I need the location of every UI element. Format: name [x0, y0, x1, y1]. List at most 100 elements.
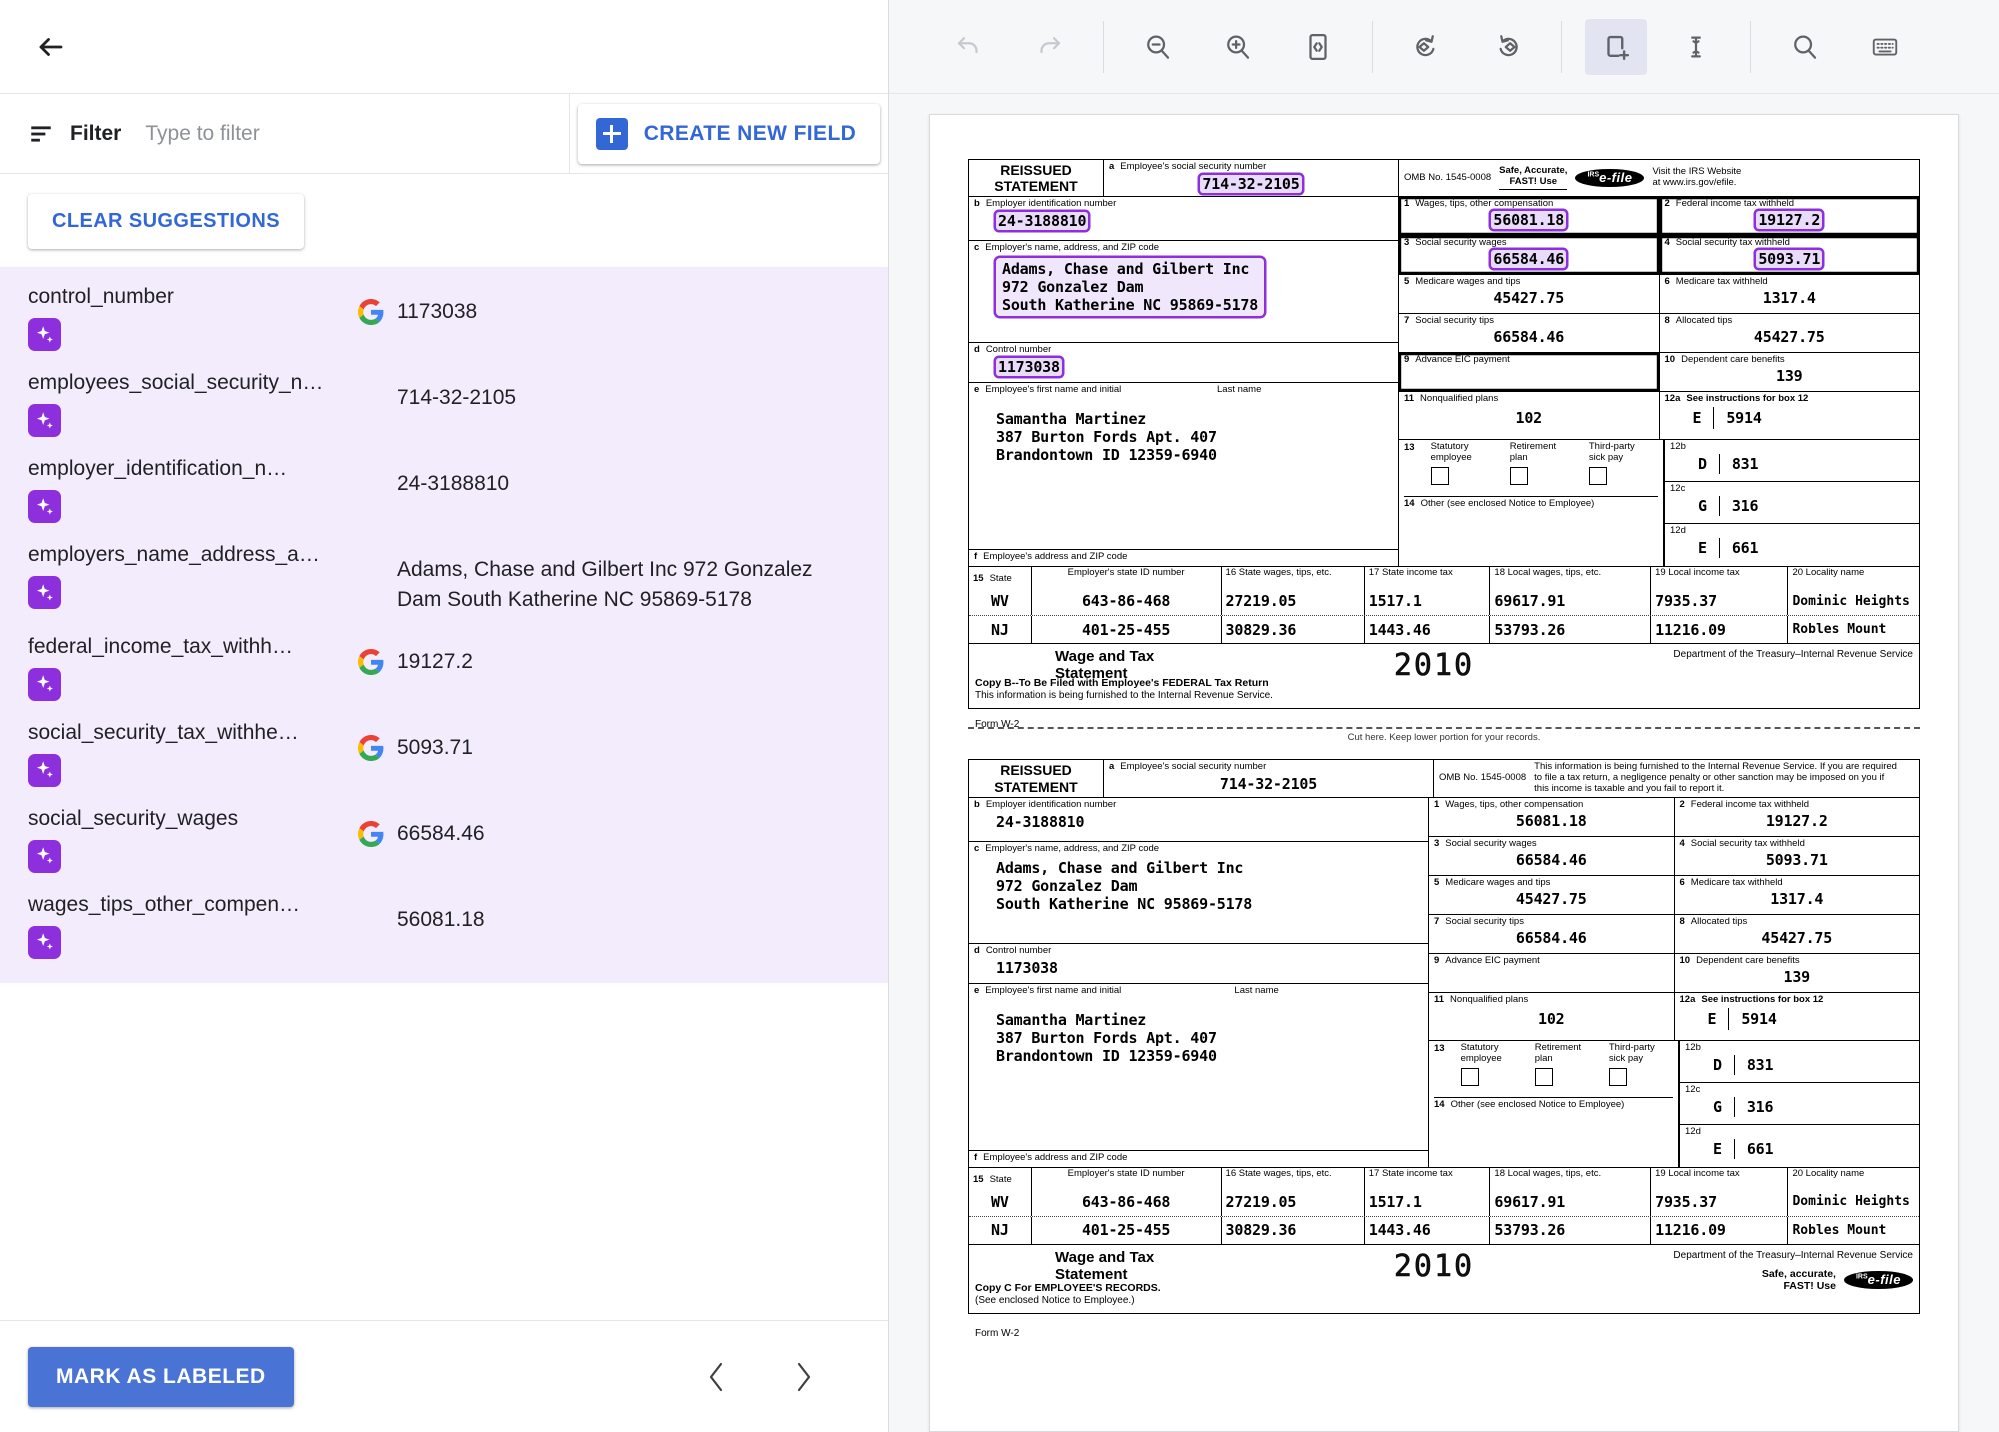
statutory-employee-label-2: employee [1461, 1054, 1525, 1065]
sparkle-icon [28, 490, 61, 523]
statutory-employee-column: Statutoryemployee [1461, 1043, 1525, 1091]
box-e-employee: eEmployee's first name and initialLast n… [969, 383, 1398, 550]
sparkle-icon [28, 576, 61, 609]
document-scroll-area[interactable]: REISSUEDSTATEMENTaEmployee's social secu… [889, 94, 1999, 1432]
box-11-value: 102 [1538, 1010, 1565, 1028]
sparkle-glyph-icon [34, 410, 56, 432]
back-button[interactable] [28, 24, 74, 70]
box-6-value: 1317.4 [1763, 289, 1816, 307]
box-3: 3Social security wages66584.46 [1399, 236, 1660, 275]
field-row-value: 1173038 [358, 285, 860, 330]
statutory-employee-checkbox[interactable] [1431, 467, 1449, 485]
retirement-plan-checkbox[interactable] [1535, 1068, 1553, 1086]
state-header-16: 16 State wages, tips, etc. [1222, 1168, 1365, 1188]
reissued-statement-box: REISSUEDSTATEMENT [969, 760, 1104, 798]
box-12c: 12cG316 [1665, 482, 1919, 524]
clear-suggestions-button[interactable]: CLEAR SUGGESTIONS [28, 194, 304, 249]
field-value: 24-3188810 [397, 469, 509, 499]
filter-control[interactable]: Filter [0, 94, 570, 173]
retirement-plan-checkbox[interactable] [1510, 467, 1528, 485]
sparkle-glyph-icon [34, 582, 56, 604]
statutory-employee-label-2: employee [1431, 453, 1500, 464]
efile-logo: IRSe-file [1575, 169, 1644, 187]
state-header-20: 20 Locality name [1788, 1168, 1919, 1188]
rotate-left-button[interactable] [1396, 19, 1458, 75]
local-wages: 53793.26 [1490, 616, 1651, 643]
state-id: 401-25-455 [1032, 616, 1222, 643]
box-12b-code: D [1713, 1056, 1722, 1074]
box-12b-value: 831 [1732, 455, 1759, 473]
field-row-value: 19127.2 [358, 635, 860, 680]
state-wages: 27219.05 [1222, 1188, 1365, 1216]
box-1-value: 56081.18 [1516, 812, 1587, 830]
box-e-lastname-label: Last name [1217, 385, 1261, 396]
box-8-value: 45427.75 [1761, 929, 1832, 947]
state-wages-value: 27219.05 [1226, 1193, 1297, 1211]
document-page[interactable]: REISSUEDSTATEMENTaEmployee's social secu… [929, 114, 1959, 1432]
state-table-row: WV643-86-46827219.051517.169617.917935.3… [969, 587, 1919, 615]
state-income-tax: 1443.46 [1365, 616, 1491, 643]
filter-input[interactable] [137, 122, 541, 146]
box-e-label: Employee's first name and initial [985, 985, 1121, 996]
box-7-value: 66584.46 [1493, 328, 1564, 346]
visit-irs-website: Visit the IRS Websiteat www.irs.gov/efil… [1652, 167, 1741, 189]
undo-icon [954, 32, 984, 62]
statutory-employee-checkbox[interactable] [1461, 1068, 1479, 1086]
local-wages: 69617.91 [1490, 1188, 1651, 1216]
rotate-right-button[interactable] [1476, 19, 1538, 75]
locality-name-value: Dominic Heights [1792, 1194, 1909, 1209]
box-1: 1Wages, tips, other compensation56081.18 [1399, 197, 1660, 236]
box-13: 13StatutoryemployeeRetirementplanThird-p… [1399, 440, 1664, 566]
toolbar-separator [1750, 21, 1751, 73]
cut-dashes [968, 727, 1920, 729]
next-page-button[interactable] [782, 1356, 824, 1398]
box-5: 5Medicare wages and tips45427.75 [1399, 275, 1660, 314]
field-row-value: 5093.71 [358, 721, 860, 766]
box-c-line-1: Adams, Chase and Gilbert Inc [1002, 260, 1258, 278]
sparkle-glyph-icon [34, 759, 56, 781]
filter-label: Filter [70, 122, 121, 146]
state-wages: 27219.05 [1222, 587, 1365, 615]
box-14: 14Other (see enclosed Notice to Employee… [1434, 1097, 1673, 1155]
footer-safe-line-1: Safe, accurate, [1762, 1268, 1836, 1280]
sparkle-glyph-icon [34, 931, 56, 953]
state-code: WV [969, 1188, 1032, 1216]
box-4-value: 5093.71 [1766, 851, 1828, 869]
sparkle-icon [28, 926, 61, 959]
safe-accurate-text: Safe, Accurate,FAST! Use [1499, 166, 1567, 190]
box-d-control-number: dControl number1173038 [969, 944, 1428, 984]
footer-efile-logo: IRSe-file [1844, 1271, 1913, 1289]
w2-form-copy-c[interactable]: REISSUEDSTATEMENTaEmployee's social secu… [968, 759, 1920, 1314]
state-code: NJ [969, 1217, 1032, 1244]
state-wages-value: 30829.36 [1226, 621, 1297, 639]
text-select-button[interactable] [1665, 19, 1727, 75]
third-party-sick-pay-checkbox[interactable] [1609, 1068, 1627, 1086]
box-12c-value: 316 [1747, 1098, 1774, 1116]
w2-body-row: bEmployer identification number24-318881… [969, 798, 1919, 1167]
sparkle-glyph-icon [34, 496, 56, 518]
local-wages-value: 69617.91 [1494, 592, 1565, 610]
fit-width-button[interactable] [1287, 19, 1349, 75]
previous-page-button[interactable] [696, 1356, 738, 1398]
box-12a-value: 5914 [1726, 409, 1761, 427]
search-icon [1790, 32, 1820, 62]
state-header-20: 20 Locality name [1788, 567, 1919, 587]
create-new-field-button[interactable]: CREATE NEW FIELD [578, 104, 881, 164]
rotate-left-icon [1412, 32, 1442, 62]
w2-form-copy-b[interactable]: REISSUEDSTATEMENTaEmployee's social secu… [968, 159, 1920, 709]
search-button[interactable] [1774, 19, 1836, 75]
w2-box-pair: 1Wages, tips, other compensation56081.18… [1429, 798, 1919, 837]
sparkle-icon [28, 840, 61, 873]
pager [696, 1356, 860, 1398]
zoom-in-button[interactable] [1207, 19, 1269, 75]
add-bounding-box-button[interactable] [1585, 19, 1647, 75]
zoom-out-button[interactable] [1127, 19, 1189, 75]
box-b-ein: bEmployer identification number24-318881… [969, 798, 1428, 842]
keyboard-button[interactable] [1854, 19, 1916, 75]
field-name: social_security_wages [28, 807, 328, 831]
third-party-sick-pay-checkbox[interactable] [1589, 467, 1607, 485]
box-12a-value: 5914 [1741, 1010, 1776, 1028]
w2-box-pair: 7Social security tips66584.468Allocated … [1399, 314, 1919, 353]
mark-as-labeled-button[interactable]: MARK AS LABELED [28, 1347, 294, 1407]
locality-name: Robles Mount [1788, 1217, 1919, 1244]
